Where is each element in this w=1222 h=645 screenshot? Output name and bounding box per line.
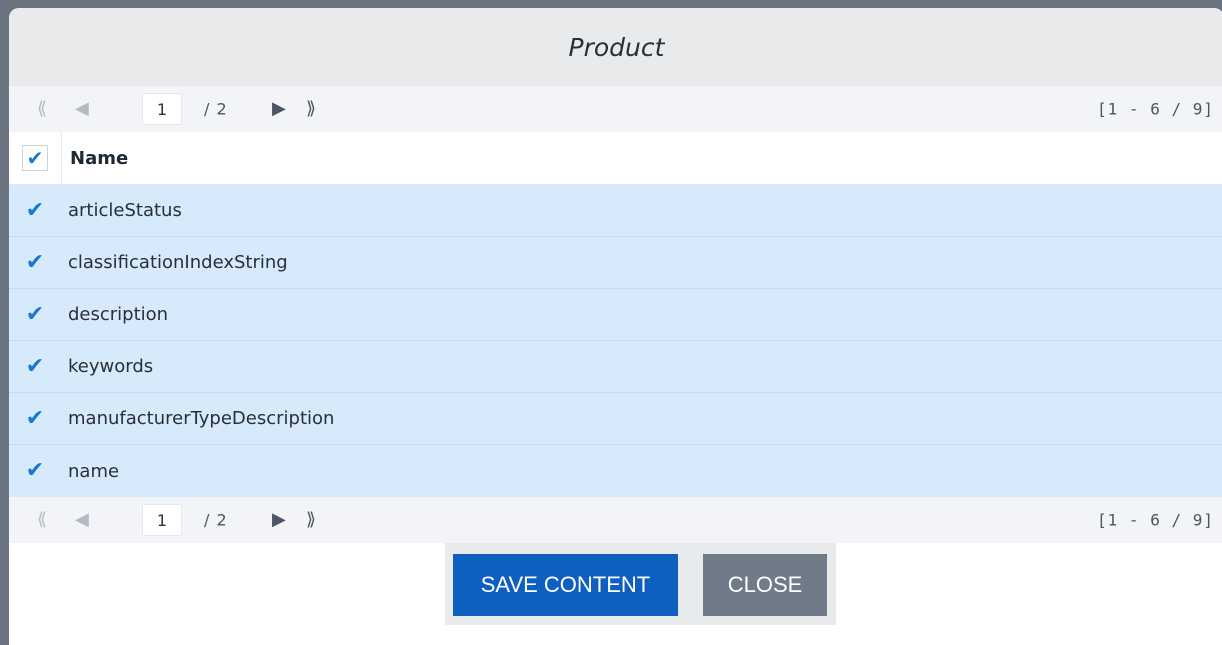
- last-page-icon[interactable]: ⟫: [306, 100, 316, 118]
- select-all-checkbox[interactable]: ✔: [22, 145, 48, 171]
- column-header-name[interactable]: Name: [70, 148, 128, 169]
- close-button[interactable]: CLOSE: [703, 554, 827, 616]
- table-body: ✔ articleStatus ✔ classificationIndexStr…: [9, 185, 1222, 497]
- row-label: manufacturerTypeDescription: [68, 408, 335, 429]
- check-icon: ✔: [25, 458, 45, 483]
- total-pages-label: / 2: [204, 510, 228, 530]
- table-row[interactable]: ✔ name: [9, 445, 1222, 497]
- save-content-button[interactable]: SAVE CONTENT: [453, 554, 678, 616]
- check-icon: ✔: [25, 405, 45, 431]
- table-row[interactable]: ✔ keywords: [9, 341, 1222, 393]
- select-all-cell: ✔: [9, 132, 62, 184]
- row-checkbox[interactable]: ✔: [9, 445, 61, 497]
- last-page-icon[interactable]: ⟫: [306, 511, 316, 529]
- first-page-icon[interactable]: ⟪: [37, 100, 47, 118]
- page-number-input[interactable]: [142, 504, 182, 536]
- button-bar: SAVE CONTENT CLOSE: [445, 543, 836, 625]
- dialog-footer: SAVE CONTENT CLOSE: [9, 543, 1222, 633]
- next-page-icon[interactable]: ▶: [272, 100, 286, 118]
- table-header: ✔ Name: [9, 132, 1222, 185]
- check-icon: ✔: [25, 197, 45, 223]
- table-row[interactable]: ✔ manufacturerTypeDescription: [9, 393, 1222, 445]
- table-row[interactable]: ✔ articleStatus: [9, 185, 1222, 237]
- range-label: [1 - 6 / 9]: [1097, 510, 1214, 530]
- check-icon: ✔: [25, 249, 45, 275]
- next-page-icon[interactable]: ▶: [272, 511, 286, 529]
- row-checkbox[interactable]: ✔: [9, 341, 61, 392]
- check-icon: ✔: [25, 353, 45, 379]
- table-row[interactable]: ✔ description: [9, 289, 1222, 341]
- row-label: classificationIndexString: [68, 252, 288, 273]
- total-pages-label: / 2: [204, 99, 228, 119]
- prev-page-icon[interactable]: ◀: [75, 511, 89, 529]
- check-icon: ✔: [25, 301, 45, 327]
- dialog-title: Product: [568, 32, 665, 62]
- row-label: description: [68, 304, 169, 325]
- row-label: articleStatus: [68, 200, 182, 221]
- first-page-icon[interactable]: ⟪: [37, 511, 47, 529]
- page-number-input[interactable]: [142, 93, 182, 125]
- pager-top: ⟪ ◀ / 2 ▶ ⟫ [1 - 6 / 9]: [9, 86, 1222, 132]
- product-dialog: Product ⟪ ◀ / 2 ▶ ⟫ [1 - 6 / 9] ✔ Name ✔…: [9, 8, 1222, 645]
- row-label: keywords: [68, 356, 154, 377]
- pager-bottom: ⟪ ◀ / 2 ▶ ⟫ [1 - 6 / 9]: [9, 497, 1222, 543]
- row-checkbox[interactable]: ✔: [9, 185, 61, 236]
- row-checkbox[interactable]: ✔: [9, 237, 61, 288]
- table-row[interactable]: ✔ classificationIndexString: [9, 237, 1222, 289]
- prev-page-icon[interactable]: ◀: [75, 100, 89, 118]
- row-checkbox[interactable]: ✔: [9, 289, 61, 340]
- row-label: name: [68, 460, 120, 482]
- check-icon: ✔: [26, 146, 44, 170]
- range-label: [1 - 6 / 9]: [1097, 99, 1214, 119]
- dialog-title-bar: Product: [9, 8, 1222, 86]
- row-checkbox[interactable]: ✔: [9, 393, 61, 444]
